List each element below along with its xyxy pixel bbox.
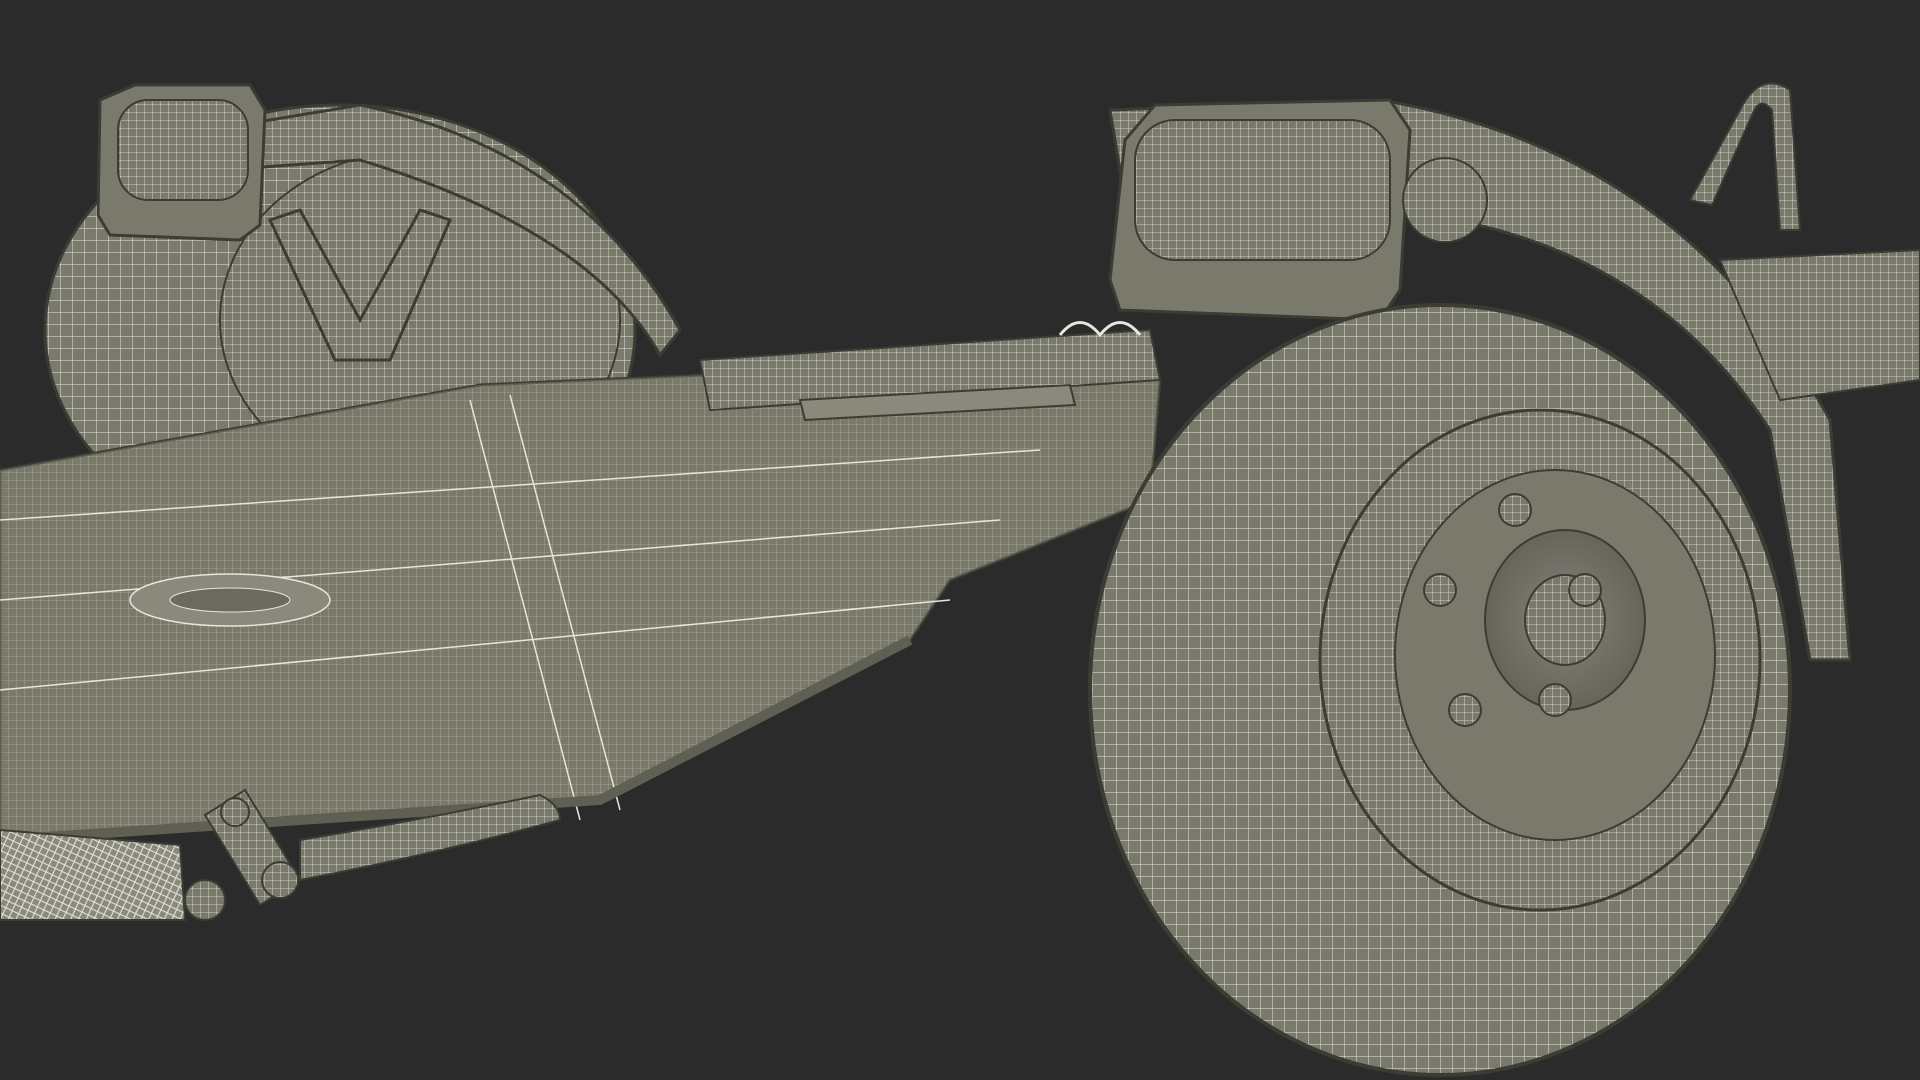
ramp-mesh (0, 828, 187, 921)
lug-nut (1423, 573, 1457, 607)
right-wheel (1088, 303, 1792, 1077)
left-light-housing (96, 83, 267, 242)
lug-nut (1448, 693, 1482, 727)
lug-nut (1498, 493, 1532, 527)
lug-nut (1568, 573, 1602, 607)
trailer-wireframe-render (0, 82, 1920, 1077)
lug-nut (1538, 683, 1572, 717)
render-viewport (0, 0, 1920, 1080)
